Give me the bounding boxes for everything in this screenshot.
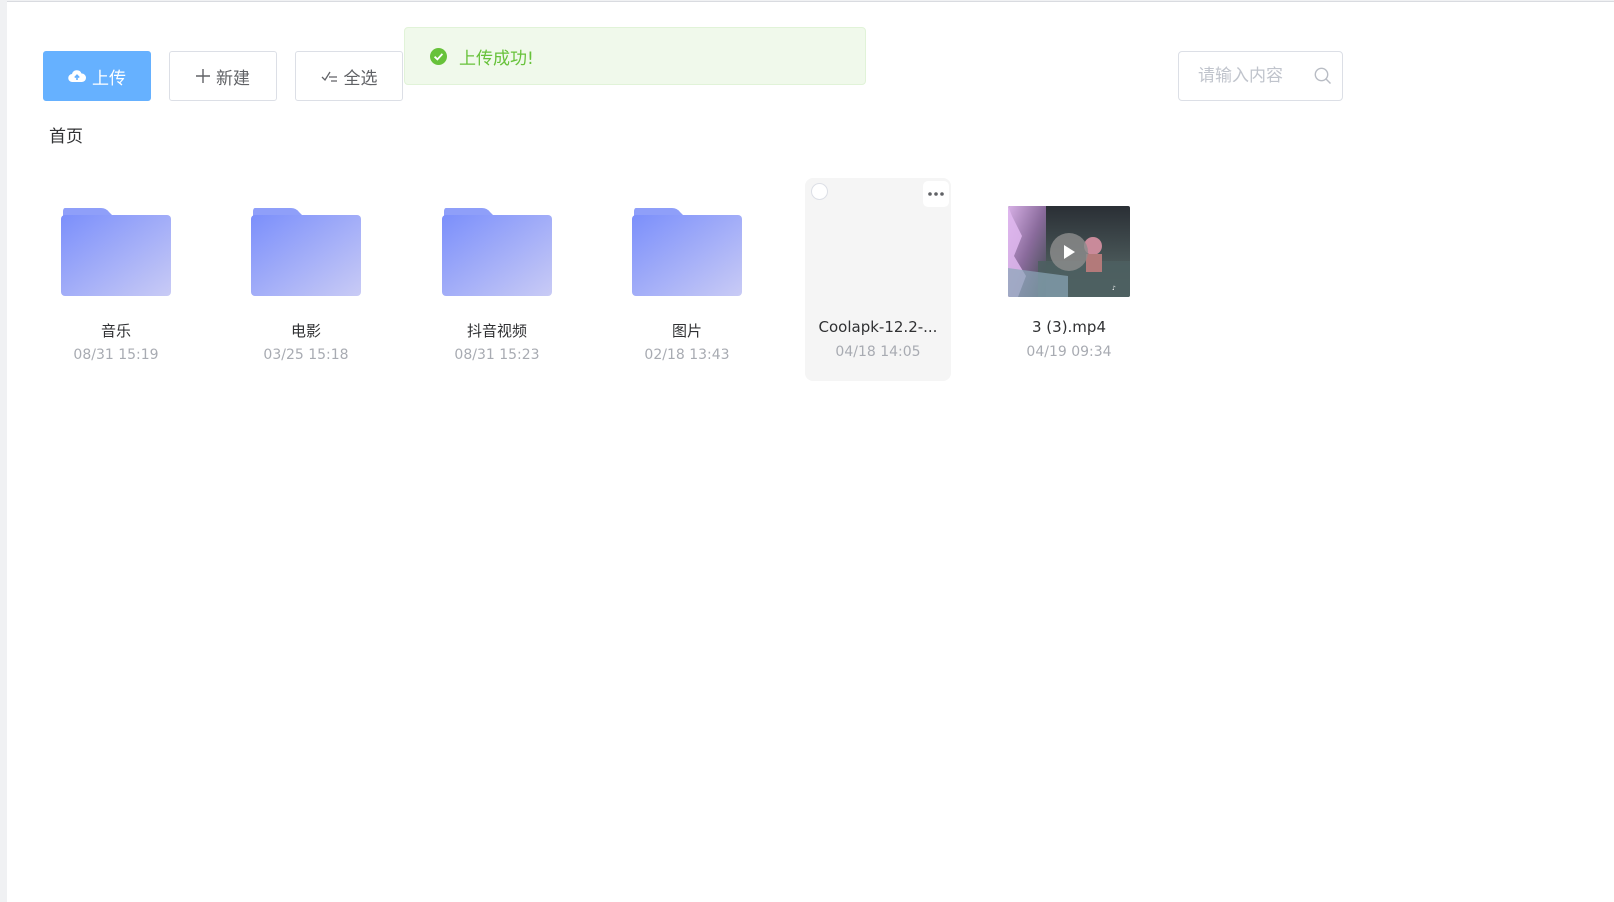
- more-icon: [928, 192, 944, 196]
- folder-icon: [442, 208, 552, 296]
- file-item[interactable]: Coolapk-12.2-... 04/18 14:05: [805, 178, 951, 381]
- folder-name: 音乐: [100, 322, 131, 340]
- file-name: Coolapk-12.2-...: [818, 318, 938, 336]
- success-check-icon: [430, 47, 447, 65]
- folder-item[interactable]: 抖音视频 08/31 15:23: [424, 178, 570, 381]
- upload-button-label: 上传: [92, 68, 126, 89]
- folder-item[interactable]: 音乐 08/31 15:19: [43, 178, 189, 381]
- folder-name: 抖音视频: [466, 322, 527, 340]
- select-all-button-label: 全选: [343, 68, 378, 89]
- play-icon: [1064, 245, 1075, 259]
- select-checkbox[interactable]: [811, 183, 828, 200]
- plus-icon: [196, 69, 210, 83]
- file-date: 04/18 14:05: [835, 344, 921, 360]
- folder-icon: [251, 208, 361, 296]
- more-options-button[interactable]: [923, 181, 949, 207]
- breadcrumb-home[interactable]: 首页: [49, 127, 83, 147]
- svg-text:♪: ♪: [1112, 285, 1116, 292]
- folder-date: 02/18 13:43: [644, 347, 730, 363]
- folder-date: 08/31 15:19: [73, 347, 159, 363]
- folder-date: 03/25 15:18: [263, 347, 349, 363]
- play-button[interactable]: [1050, 233, 1088, 271]
- folder-date: 08/31 15:23: [454, 347, 540, 363]
- folder-name: 电影: [290, 322, 321, 340]
- upload-button[interactable]: 上传: [43, 51, 151, 101]
- search-input[interactable]: [1179, 52, 1309, 100]
- cloud-upload-icon: [68, 70, 86, 83]
- folder-name: 图片: [671, 322, 702, 340]
- new-button-label: 新建: [216, 68, 250, 89]
- new-button[interactable]: 新建: [169, 51, 277, 101]
- video-item[interactable]: ♪ 3 (3).mp4 04/19 09:34: [996, 178, 1142, 381]
- folder-item[interactable]: 图片 02/18 13:43: [614, 178, 760, 381]
- folder-item[interactable]: 电影 03/25 15:18: [233, 178, 379, 381]
- select-all-button[interactable]: 全选: [295, 51, 403, 101]
- search-icon[interactable]: [1314, 67, 1332, 85]
- folder-icon: [632, 208, 742, 296]
- video-thumbnail: ♪: [1008, 206, 1130, 297]
- upload-success-toast: 上传成功!: [404, 27, 866, 85]
- check-list-icon: [321, 71, 337, 82]
- video-name: 3 (3).mp4: [1031, 318, 1106, 336]
- toast-message: 上传成功!: [459, 48, 534, 69]
- search-box: [1178, 51, 1343, 101]
- folder-icon: [61, 208, 171, 296]
- file-manager-page: 上传 新建 全选 上传成功! 首页: [7, 1, 1614, 902]
- video-date: 04/19 09:34: [1026, 344, 1112, 360]
- breadcrumb: 首页: [49, 122, 83, 147]
